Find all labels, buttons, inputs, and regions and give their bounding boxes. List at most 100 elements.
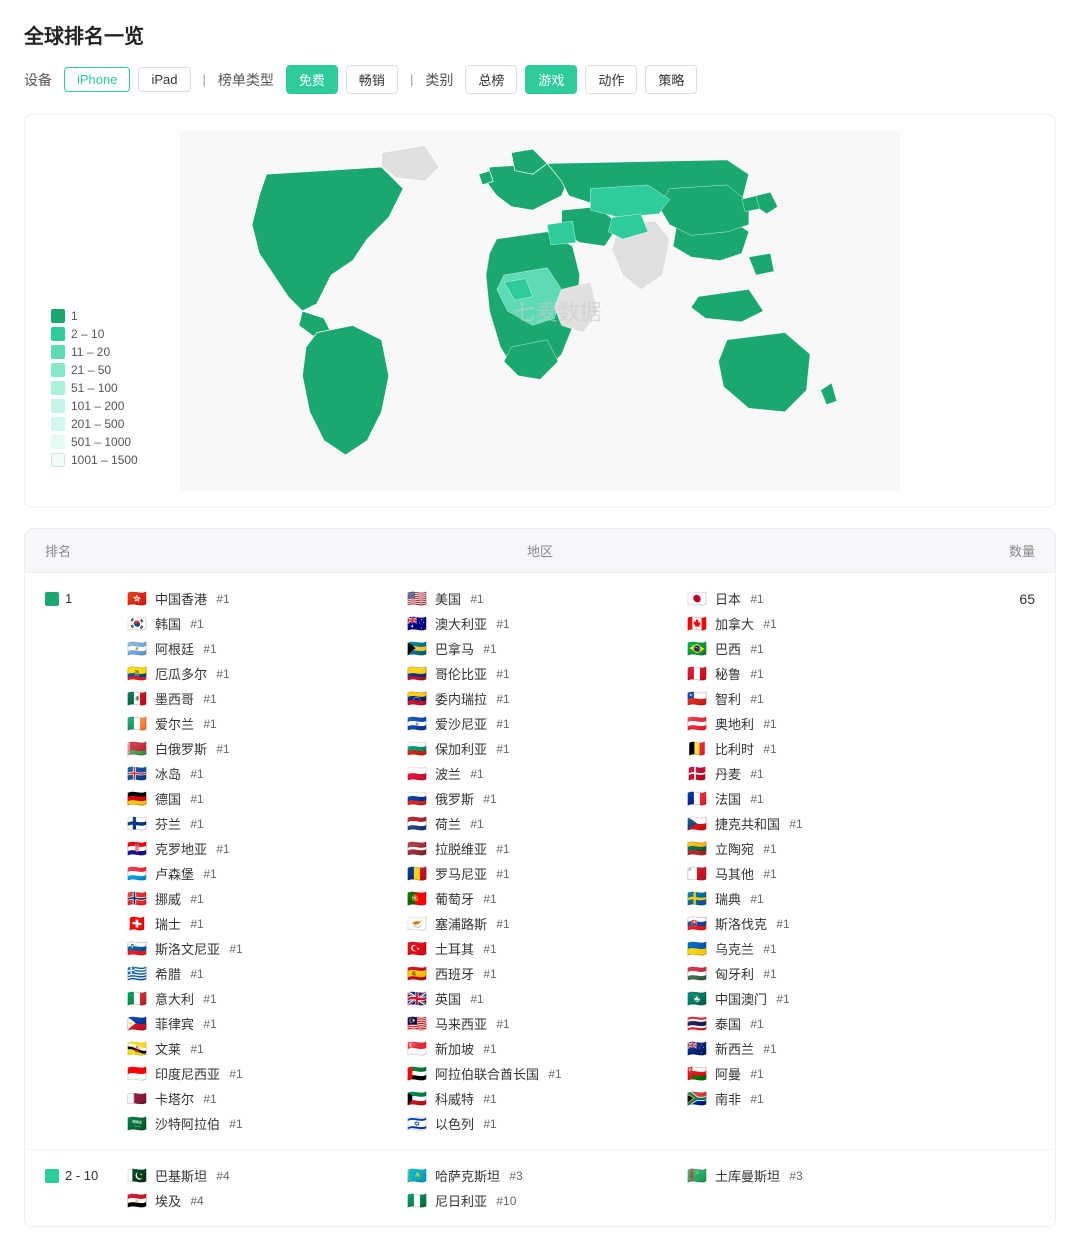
list-item: 🇶🇦卡塔尔 #1 (125, 1089, 395, 1108)
country-rank: #1 (226, 942, 243, 956)
filter-action[interactable]: 动作 (585, 65, 637, 94)
list-item: 🇷🇺俄罗斯 #1 (405, 789, 675, 808)
flag-icon: 🇵🇱 (405, 766, 429, 782)
country-rank: #1 (760, 867, 777, 881)
list-item: 🇮🇸冰岛 #1 (125, 764, 395, 783)
rank-row-1: 1 🇭🇰中国香港 #1🇺🇸美国 #1🇯🇵日本 #1🇰🇷韩国 #1🇦🇺澳大利亚 #… (25, 573, 1055, 1150)
filter-ipad[interactable]: iPad (138, 67, 190, 92)
country-rank: #1 (493, 842, 510, 856)
list-item: 🇪🇬埃及 #4 (125, 1191, 395, 1210)
list-item: 🇵🇭菲律宾 #1 (125, 1014, 395, 1033)
legend-item-3: 11 – 20 (51, 345, 138, 359)
country-rank: #1 (467, 592, 484, 606)
country-name: 瑞典 (715, 889, 741, 908)
filter-games[interactable]: 游戏 (525, 65, 577, 94)
rankings-table: 排名 地区 数量 1 🇭🇰中国香港 #1🇺🇸美国 #1🇯🇵日本 #1🇰🇷韩国 #… (24, 528, 1056, 1227)
country-rank: #1 (747, 667, 764, 681)
country-rank: #1 (747, 792, 764, 806)
country-rank: #1 (467, 992, 484, 1006)
flag-icon: 🇵🇭 (125, 1016, 149, 1032)
separator2: | (410, 72, 413, 87)
map-section: 1 2 – 10 11 – 20 21 – 50 51 – 100 (24, 114, 1056, 508)
list-item: 🇹🇲土库曼斯坦 #3 (685, 1166, 955, 1185)
country-rank: #1 (747, 692, 764, 706)
flag-icon: 🇦🇪 (405, 1066, 429, 1082)
country-rank: #1 (213, 592, 230, 606)
country-rank: #1 (747, 892, 764, 906)
country-rank: #1 (200, 642, 217, 656)
list-item: 🇨🇴哥伦比亚 #1 (405, 664, 675, 683)
country-name: 斯洛文尼亚 (155, 939, 220, 958)
country-name: 新西兰 (715, 1039, 754, 1058)
flag-icon: 🇫🇮 (125, 816, 149, 832)
flag-icon: 🇫🇷 (685, 791, 709, 807)
separator1: | (203, 72, 206, 87)
country-rank: #1 (200, 692, 217, 706)
filter-free[interactable]: 免费 (286, 65, 338, 94)
flag-icon: 🇵🇰 (125, 1168, 149, 1184)
rank-row-2: 2 - 10 🇵🇰巴基斯坦 #4🇰🇿哈萨克斯坦 #3🇹🇲土库曼斯坦 #3🇪🇬埃及… (25, 1150, 1055, 1226)
country-rank: #1 (786, 817, 803, 831)
country-name: 波兰 (435, 764, 461, 783)
country-name: 卡塔尔 (155, 1089, 194, 1108)
country-name: 墨西哥 (155, 689, 194, 708)
flag-icon: 🇨🇱 (685, 691, 709, 707)
country-name: 罗马尼亚 (435, 864, 487, 883)
country-name: 葡萄牙 (435, 889, 474, 908)
header-count: 数量 (955, 541, 1035, 560)
flag-icon: 🇸🇰 (685, 916, 709, 932)
country-rank: #1 (480, 1042, 497, 1056)
country-rank: #1 (213, 742, 230, 756)
country-rank: #1 (747, 642, 764, 656)
world-map (41, 131, 1039, 491)
legend-item-9: 1001 – 1500 (51, 453, 138, 467)
flag-icon: 🇪🇨 (125, 666, 149, 682)
flag-icon: 🇱🇺 (125, 866, 149, 882)
country-rank: #1 (480, 1117, 497, 1131)
flag-icon: 🇸🇻 (405, 716, 429, 732)
flag-icon: 🇳🇿 (685, 1041, 709, 1057)
list-item: 🇧🇳文莱 #1 (125, 1039, 395, 1058)
list-item: 🇦🇹奥地利 #1 (685, 714, 955, 733)
country-name: 印度尼西亚 (155, 1064, 220, 1083)
list-item: 🇹🇷土耳其 #1 (405, 939, 675, 958)
filter-strategy[interactable]: 策略 (645, 65, 697, 94)
filter-paid[interactable]: 畅销 (346, 65, 398, 94)
country-rank: #1 (747, 1017, 764, 1031)
country-name: 爱尔兰 (155, 714, 194, 733)
flag-icon: 🇪🇸 (405, 966, 429, 982)
legend-item-2: 2 – 10 (51, 327, 138, 341)
list-item: 🇲🇹马其他 #1 (685, 864, 955, 883)
flag-icon: 🇨🇭 (125, 916, 149, 932)
country-rank: #1 (747, 767, 764, 781)
country-name: 阿拉伯联合酋长国 (435, 1064, 539, 1083)
country-name: 克罗地亚 (155, 839, 207, 858)
flag-icon: 🇨🇿 (685, 816, 709, 832)
list-item: 🇦🇪阿拉伯联合酋长国 #1 (405, 1064, 675, 1083)
country-rank: #1 (760, 617, 777, 631)
filter-all[interactable]: 总榜 (465, 65, 517, 94)
list-item: 🇳🇬尼日利亚 #10 (405, 1191, 675, 1210)
list-item: 🇷🇴罗马尼亚 #1 (405, 864, 675, 883)
list-item: 🇦🇷阿根廷 #1 (125, 639, 395, 658)
page-container: 全球排名一览 设备 iPhone iPad | 榜单类型 免费 畅销 | 类别 … (0, 0, 1080, 1247)
category-label: 类别 (425, 70, 453, 90)
country-rank: #4 (187, 1194, 204, 1208)
device-label: 设备 (24, 70, 52, 90)
list-item: 🇳🇴挪威 #1 (125, 889, 395, 908)
filter-iphone[interactable]: iPhone (64, 67, 130, 92)
flag-icon: 🇲🇽 (125, 691, 149, 707)
list-item: 🇭🇰中国香港 #1 (125, 589, 395, 608)
flag-icon: 🇮🇱 (405, 1116, 429, 1132)
country-name: 丹麦 (715, 764, 741, 783)
country-rank: #3 (786, 1169, 803, 1183)
country-rank: #1 (187, 892, 204, 906)
country-name: 哥伦比亚 (435, 664, 487, 683)
list-item: 🇸🇻爱沙尼亚 #1 (405, 714, 675, 733)
flag-icon: 🇸🇦 (125, 1116, 149, 1132)
flag-icon: 🇭🇷 (125, 841, 149, 857)
country-name: 土耳其 (435, 939, 474, 958)
list-item: 🇧🇪比利时 #1 (685, 739, 955, 758)
country-rank: #1 (493, 717, 510, 731)
flag-icon: 🇰🇷 (125, 616, 149, 632)
